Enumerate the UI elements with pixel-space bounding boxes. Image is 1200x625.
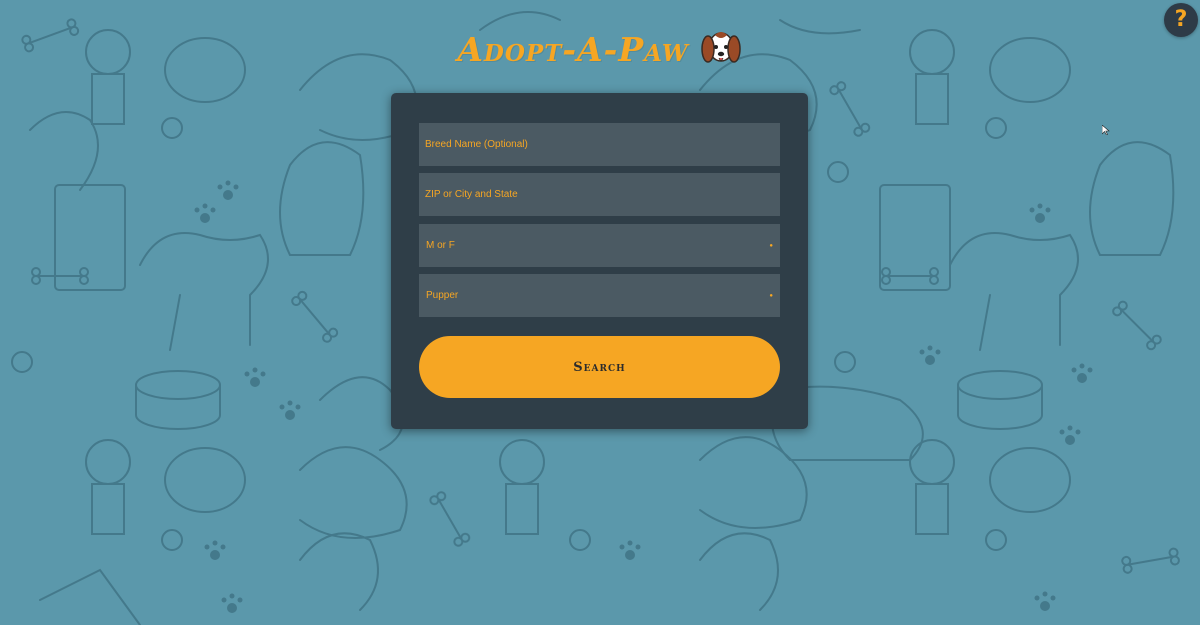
dropdown-arrow-icon: ●: [769, 242, 773, 249]
location-input[interactable]: [419, 173, 780, 216]
search-form-panel: M or F ● Pupper ● Search: [391, 93, 808, 429]
header: Adopt-A-Paw: [0, 24, 1200, 74]
dropdown-arrow-icon: ●: [769, 292, 773, 299]
dog-face-icon: [700, 32, 741, 63]
mouse-cursor-icon: [1102, 125, 1110, 135]
breed-name-input[interactable]: [419, 123, 780, 166]
sex-select-value: M or F: [426, 240, 455, 251]
age-select-value: Pupper: [426, 290, 459, 301]
sex-select[interactable]: M or F ●: [419, 224, 780, 267]
search-button[interactable]: Search: [419, 336, 780, 398]
age-select[interactable]: Pupper ●: [419, 274, 780, 317]
app-title: Adopt-A-Paw: [457, 29, 689, 69]
